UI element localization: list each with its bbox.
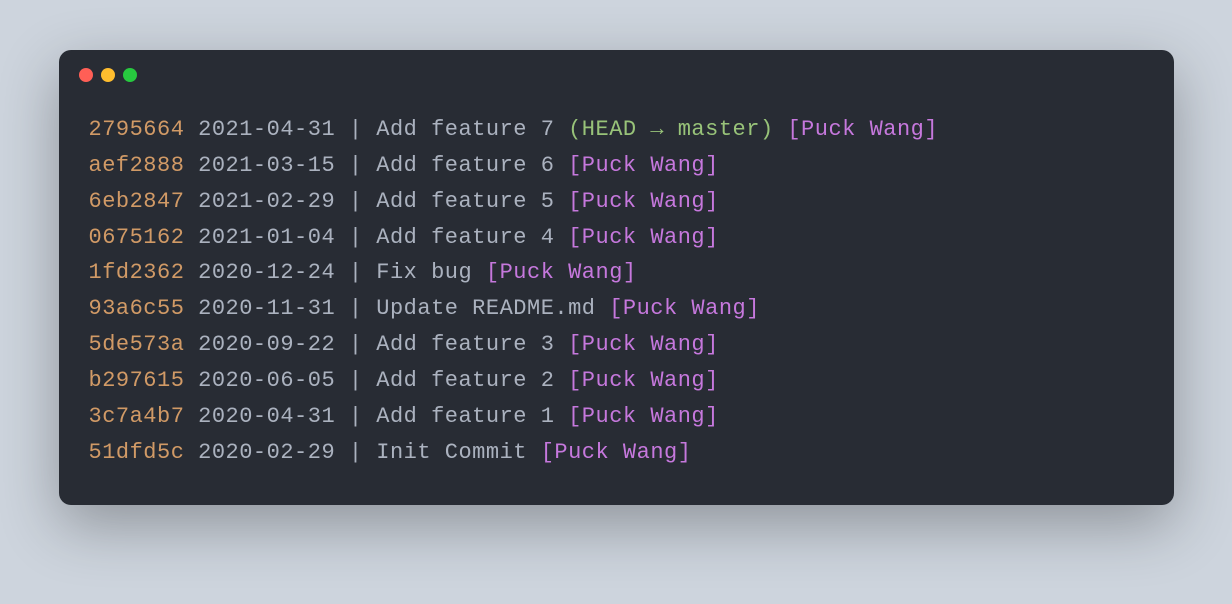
commit-author: [Puck Wang] xyxy=(568,153,719,178)
commit-line: 1fd2362 2020-12-24 | Fix bug [Puck Wang] xyxy=(89,255,1144,291)
commit-message: Add feature 6 xyxy=(376,153,554,178)
commit-date: 2020-04-31 xyxy=(198,404,335,429)
commit-message: Update README.md xyxy=(376,296,595,321)
commit-date: 2021-04-31 xyxy=(198,117,335,142)
commit-hash: 0675162 xyxy=(89,225,185,250)
commit-author: [Puck Wang] xyxy=(568,368,719,393)
separator: | xyxy=(349,225,363,250)
commit-date: 2020-12-24 xyxy=(198,260,335,285)
commit-date: 2020-09-22 xyxy=(198,332,335,357)
commit-line: b297615 2020-06-05 | Add feature 2 [Puck… xyxy=(89,363,1144,399)
commit-message: Add feature 2 xyxy=(376,368,554,393)
commit-hash: 3c7a4b7 xyxy=(89,404,185,429)
separator: | xyxy=(349,296,363,321)
commit-date: 2020-02-29 xyxy=(198,440,335,465)
separator: | xyxy=(349,153,363,178)
commit-author: [Puck Wang] xyxy=(568,189,719,214)
commit-message: Add feature 4 xyxy=(376,225,554,250)
window-titlebar xyxy=(59,50,1174,92)
commit-date: 2021-01-04 xyxy=(198,225,335,250)
commit-hash: 1fd2362 xyxy=(89,260,185,285)
maximize-icon[interactable] xyxy=(123,68,137,82)
commit-line: 5de573a 2020-09-22 | Add feature 3 [Puck… xyxy=(89,327,1144,363)
separator: | xyxy=(349,189,363,214)
commit-author: [Puck Wang] xyxy=(568,225,719,250)
commit-line: aef2888 2021-03-15 | Add feature 6 [Puck… xyxy=(89,148,1144,184)
separator: | xyxy=(349,260,363,285)
commit-ref: (HEAD → master) xyxy=(568,117,774,142)
terminal-window: 2795664 2021-04-31 | Add feature 7 (HEAD… xyxy=(59,50,1174,505)
commit-author: [Puck Wang] xyxy=(609,296,760,321)
commit-date: 2020-06-05 xyxy=(198,368,335,393)
commit-hash: 93a6c55 xyxy=(89,296,185,321)
close-icon[interactable] xyxy=(79,68,93,82)
commit-message: Init Commit xyxy=(376,440,527,465)
commit-author: [Puck Wang] xyxy=(568,332,719,357)
commit-date: 2020-11-31 xyxy=(198,296,335,321)
terminal-output: 2795664 2021-04-31 | Add feature 7 (HEAD… xyxy=(59,92,1174,505)
commit-hash: b297615 xyxy=(89,368,185,393)
commit-message: Add feature 1 xyxy=(376,404,554,429)
commit-author: [Puck Wang] xyxy=(541,440,692,465)
commit-hash: 51dfd5c xyxy=(89,440,185,465)
commit-author: [Puck Wang] xyxy=(787,117,938,142)
commit-line: 93a6c55 2020-11-31 | Update README.md [P… xyxy=(89,291,1144,327)
commit-author: [Puck Wang] xyxy=(486,260,637,285)
commit-hash: 6eb2847 xyxy=(89,189,185,214)
separator: | xyxy=(349,404,363,429)
commit-line: 3c7a4b7 2020-04-31 | Add feature 1 [Puck… xyxy=(89,399,1144,435)
commit-message: Fix bug xyxy=(376,260,472,285)
commit-hash: 2795664 xyxy=(89,117,185,142)
commit-message: Add feature 5 xyxy=(376,189,554,214)
commit-hash: 5de573a xyxy=(89,332,185,357)
separator: | xyxy=(349,117,363,142)
commit-line: 6eb2847 2021-02-29 | Add feature 5 [Puck… xyxy=(89,184,1144,220)
separator: | xyxy=(349,332,363,357)
commit-hash: aef2888 xyxy=(89,153,185,178)
commit-message: Add feature 7 xyxy=(376,117,554,142)
minimize-icon[interactable] xyxy=(101,68,115,82)
separator: | xyxy=(349,440,363,465)
commit-line: 2795664 2021-04-31 | Add feature 7 (HEAD… xyxy=(89,112,1144,148)
separator: | xyxy=(349,368,363,393)
commit-date: 2021-03-15 xyxy=(198,153,335,178)
commit-author: [Puck Wang] xyxy=(568,404,719,429)
commit-line: 0675162 2021-01-04 | Add feature 4 [Puck… xyxy=(89,220,1144,256)
commit-message: Add feature 3 xyxy=(376,332,554,357)
commit-date: 2021-02-29 xyxy=(198,189,335,214)
commit-line: 51dfd5c 2020-02-29 | Init Commit [Puck W… xyxy=(89,435,1144,471)
